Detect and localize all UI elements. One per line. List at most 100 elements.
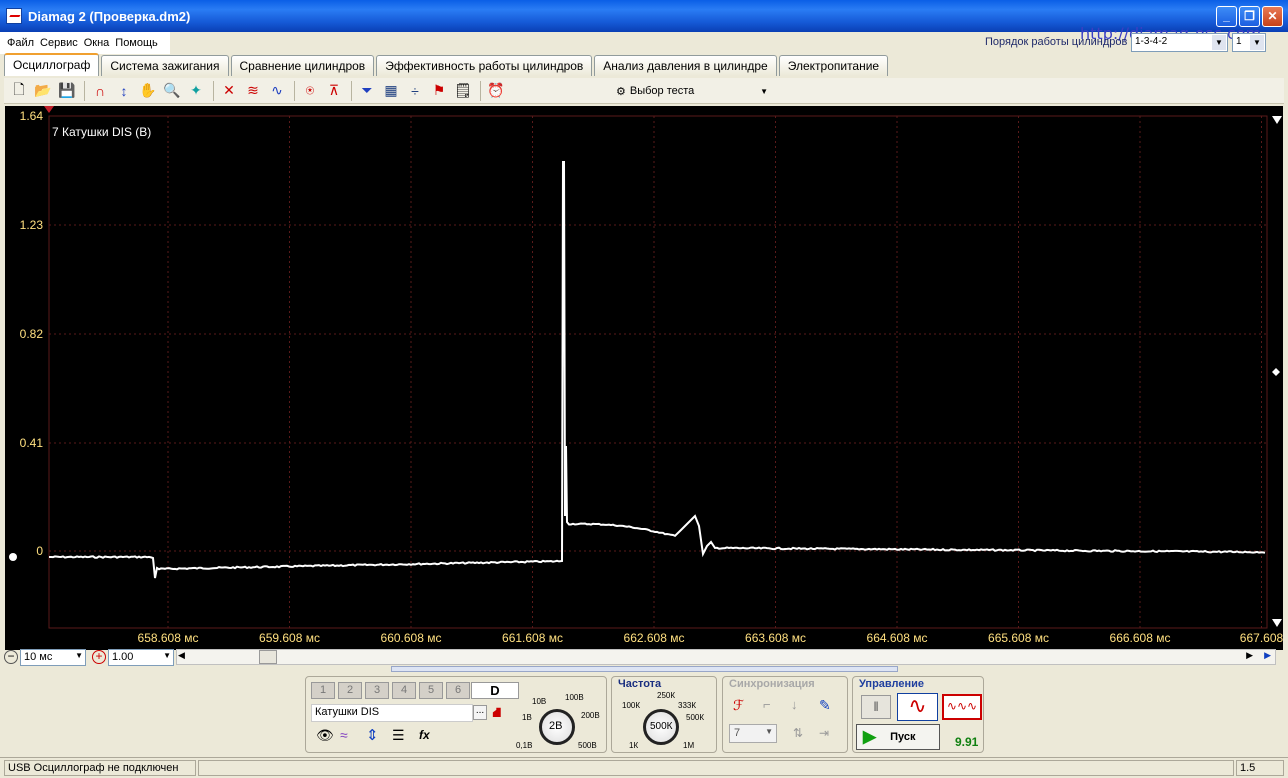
gear-document-icon: ⚙ [616,85,626,98]
grid-icon[interactable]: ▦ [380,80,402,102]
toolbar-separator [213,80,214,101]
tab-cylinder-compare[interactable]: Сравнение цилиндров [230,55,375,76]
play-icon: ▶ [863,727,877,746]
menu-help[interactable]: Помощь [115,37,158,49]
freq-label-333k: 333К [678,701,697,710]
collapse-icon[interactable]: ⇥ [819,726,829,740]
status-right: 1.5 [1236,760,1284,776]
menu-bar: Файл Сервис Окна Помощь [0,32,170,54]
lines-icon[interactable]: ☰ [392,727,405,744]
tab-cylinder-efficiency[interactable]: Эффективность работы цилиндров [376,55,593,76]
voltage-knob[interactable]: 2В [539,709,575,745]
rising-edge-icon[interactable]: ℱ [733,697,744,714]
play-end-arrow[interactable]: ▶ [1264,650,1271,661]
frequency-knob[interactable]: 500К [643,709,679,745]
x-tick-label: 665.608 мс [988,631,1049,645]
splitter-bar[interactable] [391,666,898,672]
oscilloscope-view[interactable]: 1.64 1.23 0.82 0.41 0 658.608 мс 659.608 мс 66… [5,106,1283,650]
channel-label: 7 Катушки DIS (В) [52,125,151,139]
menu-windows[interactable]: Окна [84,37,110,49]
sine-mode-button[interactable]: ∿ [897,693,938,721]
menu-file[interactable]: Файл [7,37,34,49]
tab-oscilloscope[interactable]: Осциллограф [4,53,100,76]
x-tick-label: 662.608 мс [624,631,685,645]
invert-icon[interactable]: ⇕ [366,726,379,744]
scroll-left-arrow[interactable]: ◀ [178,650,185,661]
new-file-icon[interactable]: 🗋 [8,80,30,102]
connector-icon[interactable]: ⛘ [492,704,502,723]
horizontal-scrollbar[interactable]: ◀ ▶ ▶ [176,649,1276,665]
start-button[interactable]: ▶ Пуск [856,724,940,750]
channel-button-5[interactable]: 5 [419,682,443,699]
channel-button-d[interactable]: D [471,682,519,699]
cylinder-select[interactable]: 1 ▼ [1232,33,1266,52]
channel-button-3[interactable]: 3 [365,682,389,699]
trigger-marker[interactable] [1272,368,1280,376]
voltage-label-100v: 100В [565,693,584,702]
voltage-label-500v: 500В [578,741,597,750]
channel-button-1[interactable]: 1 [311,682,335,699]
freq-label-100k: 100К [622,701,641,710]
tab-ignition[interactable]: Система зажигания [101,55,229,76]
sync-panel: Синхронизация ℱ ⌐ ↓ ✎ 7 ▼ ⇅ ⇥ [722,676,848,753]
sensor-browse-button[interactable]: ... [473,705,487,720]
firing-order-label: Порядок работы цилиндров [985,36,1128,48]
eye-icon[interactable]: 👁 [316,727,334,744]
tab-power[interactable]: Электропитание [778,55,889,76]
channel-button-2[interactable]: 2 [338,682,362,699]
zoom-select[interactable]: 1.00 ▼ [108,648,174,666]
measure-value: 9.91 [955,735,979,749]
sync-channel-value: 7 [734,727,741,739]
pencil-sync-icon[interactable]: ✎ [819,697,831,714]
marker-icon[interactable]: ✦ [185,80,207,102]
flag-icon[interactable]: ⚑ [428,80,450,102]
channel-button-6[interactable]: 6 [446,682,470,699]
zoom-icon[interactable]: 🔍 [161,80,183,102]
x-tick-label: 663.608 мс [745,631,806,645]
expand-icon[interactable]: ⇅ [793,726,803,740]
sensor-field[interactable]: Катушки DIS [311,704,473,722]
time-div-select[interactable]: 10 мс ▼ [20,648,86,666]
wave-filter-icon[interactable]: ≋ [242,80,264,102]
zero-level-icon[interactable]: ⊼ [323,80,345,102]
auto-clock-icon[interactable]: ⏰ [485,80,507,102]
wave-overlay-icon[interactable]: ∿ [266,80,288,102]
status-empty [198,760,1234,776]
zoom-out-icon[interactable]: − [4,650,18,664]
y-tick-label: 0.82 [20,327,44,341]
chevron-down-icon: ▼ [75,650,83,660]
sync-channel-select[interactable]: 7 ▼ [729,724,777,743]
step-down-icon[interactable]: ↓ [791,697,798,712]
oscilloscope-canvas[interactable]: 1.64 1.23 0.82 0.41 0 658.608 мс 659.608 мс 66… [5,106,1283,650]
wave-icon[interactable]: ≈ [340,727,348,743]
freq-label-1m: 1М [683,741,695,750]
auto-trigger-icon[interactable]: ⍟ [299,80,321,102]
function-icon[interactable]: fx [419,728,430,742]
scroll-right-arrow[interactable]: ▶ [1246,650,1253,661]
zero-level-marker[interactable] [9,553,17,561]
filter-icon[interactable]: ⏷ [356,80,378,102]
close-button[interactable]: ✕ [1262,6,1283,27]
tab-pressure-analysis[interactable]: Анализ давления в цилиндре [594,55,777,76]
test-select[interactable]: ⚙ Выбор теста ▼ [616,80,776,102]
open-folder-icon[interactable]: 📂 [32,80,54,102]
hand-pan-icon[interactable]: ✋ [137,80,159,102]
menu-service[interactable]: Сервис [40,37,78,49]
split-icon[interactable]: ÷ [404,80,426,102]
cursor-marker[interactable] [44,106,54,113]
channel-panel: 1 2 3 4 5 6 D Катушки DIS ... ⛘ 👁 ≈ ⇕ ☰ … [305,676,607,753]
scrollbar-thumb[interactable] [259,650,277,664]
notes-icon[interactable]: 🗒 [452,80,474,102]
noise-mode-button[interactable]: ∿∿∿ [942,694,982,720]
cursor-cross-icon[interactable]: ✕ [218,80,240,102]
scroll-down-arrow[interactable] [1272,619,1282,627]
step-up-icon[interactable]: ⌐ [763,697,771,712]
scroll-up-arrow[interactable] [1272,116,1282,124]
channel-button-4[interactable]: 4 [392,682,416,699]
firing-order-select[interactable]: 1-3-4-2 ▼ [1131,33,1228,52]
zoom-in-icon[interactable]: + [92,650,106,664]
auto-scale-icon[interactable]: ∩ [89,80,111,102]
save-icon[interactable]: 💾 [56,80,78,102]
vertical-scale-icon[interactable]: ↕ [113,80,135,102]
pause-button[interactable]: ‖ [861,695,891,719]
